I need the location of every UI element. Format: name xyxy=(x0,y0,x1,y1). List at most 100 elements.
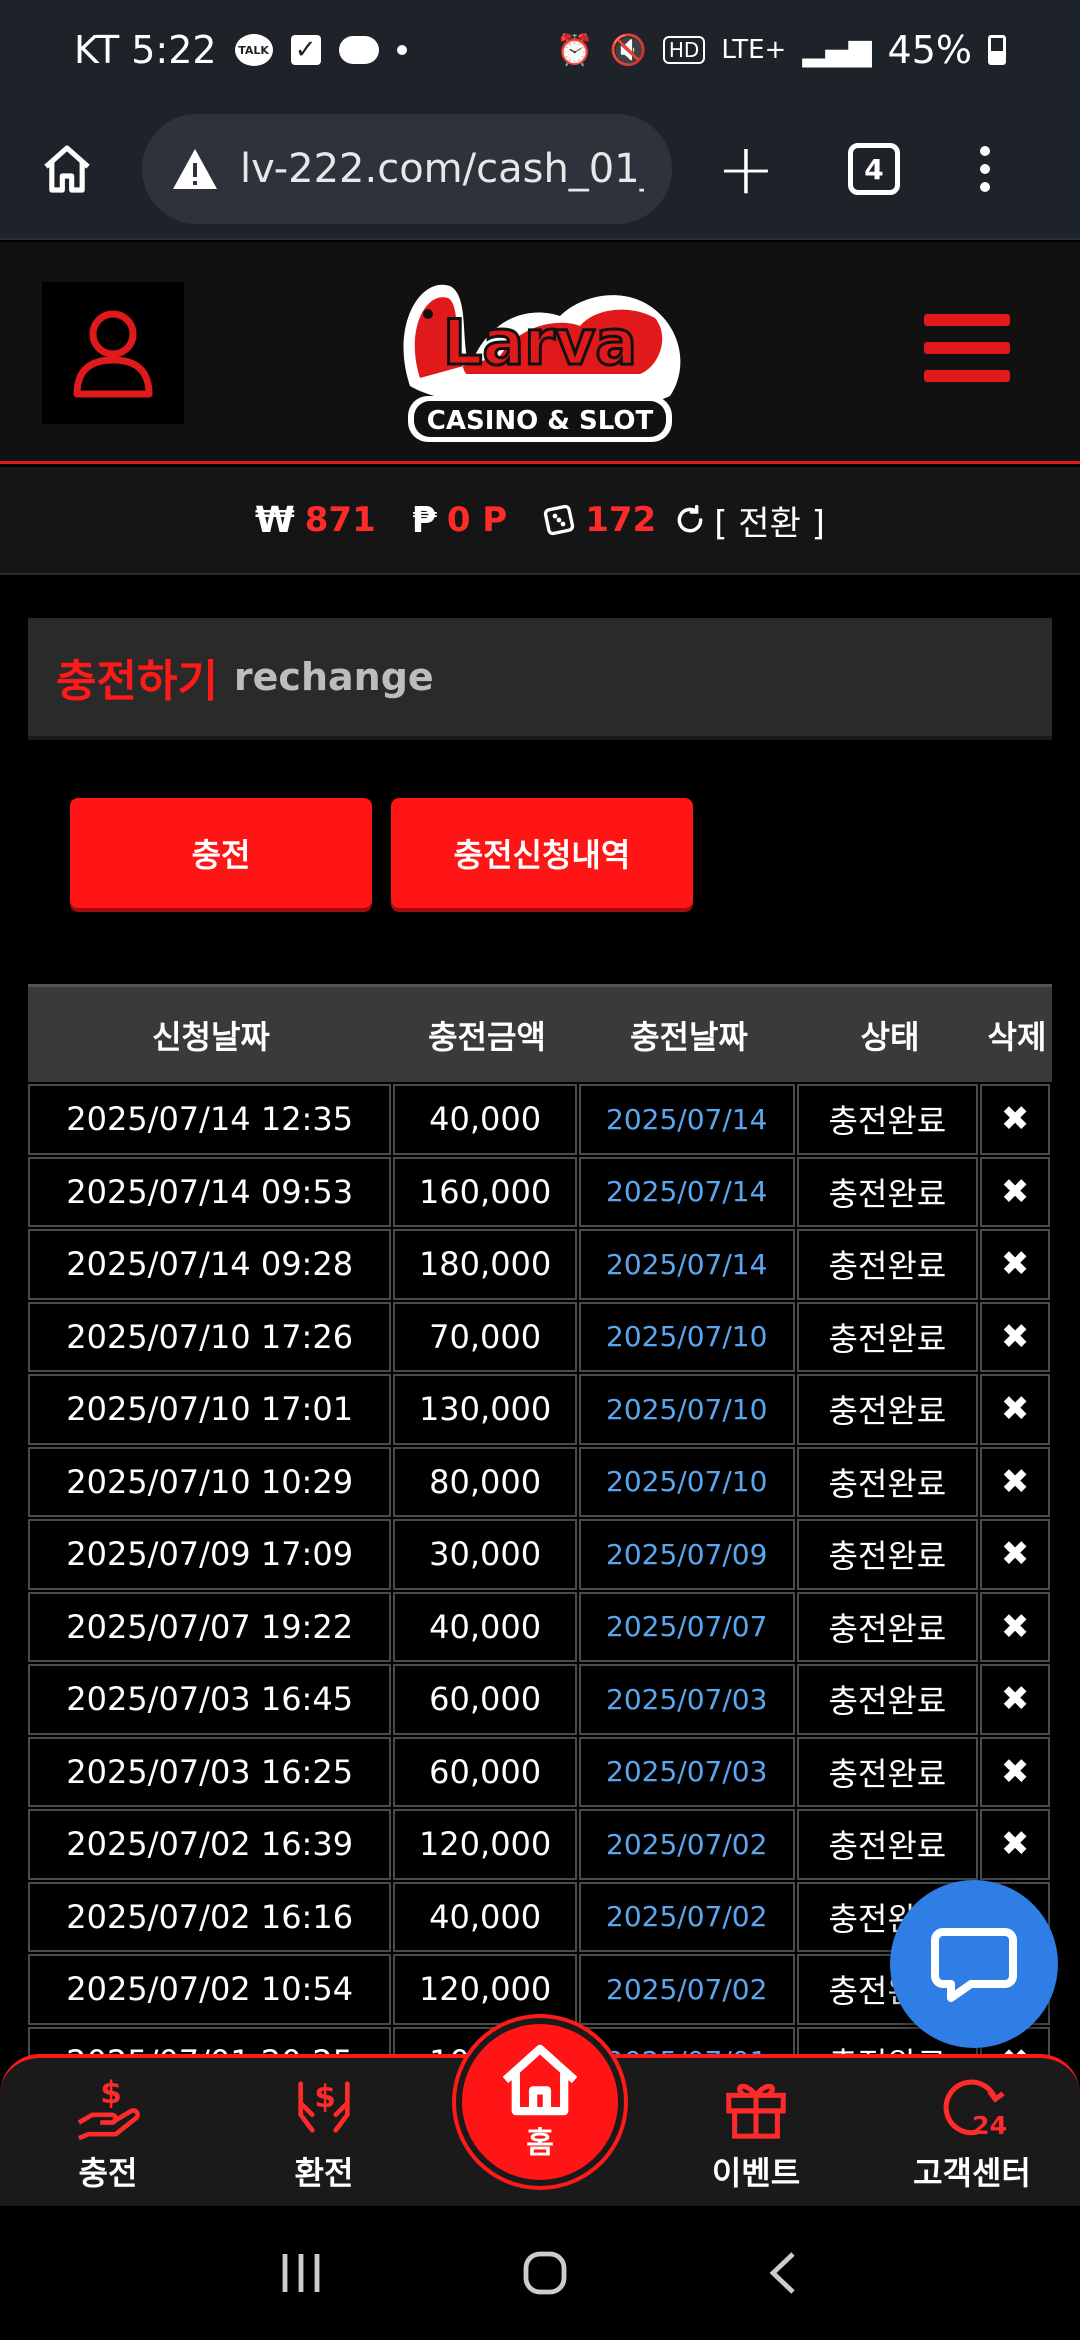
table-row: 2025/07/10 17:26 70,000 2025/07/10 충전완료 ✖ xyxy=(28,1300,1052,1372)
charge-date-cell: 2025/07/14 xyxy=(578,1156,795,1227)
nav-home[interactable]: 홈 xyxy=(456,2018,624,2186)
charge-date-cell: 2025/07/10 xyxy=(578,1374,795,1445)
amount-cell: 60,000 xyxy=(393,1736,577,1807)
nav-exchange[interactable]: $ 환전 xyxy=(234,2072,414,2194)
cash-balance: ₩ 871 xyxy=(255,500,376,541)
url-text: lv-222.com/cash_01_1.asp xyxy=(240,146,644,192)
header-request-date: 신청날짜 xyxy=(152,1017,270,1056)
site-logo[interactable]: Larva CASINO & SLOT xyxy=(380,256,700,452)
nav-charge[interactable]: $ 충전 xyxy=(18,2072,198,2194)
nav-event-label: 이벤트 xyxy=(711,2154,801,2192)
charge-date-cell: 2025/07/10 xyxy=(578,1301,795,1372)
nav-exchange-label: 환전 xyxy=(294,2154,354,2192)
warning-icon xyxy=(170,144,220,194)
system-home-icon[interactable] xyxy=(520,2248,570,2298)
delete-button[interactable]: ✖ xyxy=(980,1446,1051,1517)
delete-button[interactable]: ✖ xyxy=(980,1736,1051,1807)
charge-date-cell: 2025/07/02 xyxy=(578,1881,795,1952)
delete-button[interactable]: ✖ xyxy=(980,1229,1051,1300)
support-24-icon: 24 xyxy=(943,2079,1007,2140)
cash-value: 871 xyxy=(304,500,376,540)
page-title: 충전하기 rechange xyxy=(28,618,1052,740)
charge-date-cell: 2025/07/02 xyxy=(578,1954,795,2025)
request-date-cell: 2025/07/09 17:09 xyxy=(28,1519,392,1590)
gift-icon xyxy=(726,2083,786,2139)
table-row: 2025/07/07 19:22 40,000 2025/07/07 충전완료 ✖ xyxy=(28,1590,1052,1662)
page-title-en: rechange xyxy=(233,655,434,699)
table-row: 2025/07/14 09:28 180,000 2025/07/14 충전완료 ✖ xyxy=(28,1227,1052,1300)
talk-label: TALK xyxy=(238,43,269,57)
amount-cell: 40,000 xyxy=(393,1084,577,1155)
hamburger-menu-button[interactable] xyxy=(924,314,1010,382)
site-header: Larva CASINO & SLOT xyxy=(0,242,1080,464)
charge-history-button[interactable]: 충전신청내역 xyxy=(391,798,693,908)
table-row: 2025/07/03 16:45 60,000 2025/07/03 충전완료 ✖ xyxy=(28,1662,1052,1735)
alarm-icon: ⏰ xyxy=(556,32,594,68)
amount-cell: 30,000 xyxy=(393,1519,577,1590)
recent-apps-icon[interactable] xyxy=(277,2250,327,2296)
charge-date-cell: 2025/07/02 xyxy=(578,1809,795,1880)
svg-text:$: $ xyxy=(100,2075,122,2111)
charge-date-cell: 2025/07/03 xyxy=(578,1664,795,1735)
page-title-ko: 충전하기 xyxy=(56,656,218,707)
amount-cell: 40,000 xyxy=(393,1591,577,1662)
charge-date-cell: 2025/07/14 xyxy=(578,1084,795,1155)
status-cell: 충전완료 xyxy=(796,1736,979,1807)
network-type: LTE+ xyxy=(721,35,787,65)
status-cell: 충전완료 xyxy=(796,1374,979,1445)
delete-button[interactable]: ✖ xyxy=(980,1156,1051,1227)
nav-event[interactable]: 이벤트 xyxy=(666,2072,846,2194)
browser-toolbar: lv-222.com/cash_01_1.asp + 4 xyxy=(0,100,1080,240)
nav-support-label: 고객센터 xyxy=(913,2154,1031,2192)
delete-button[interactable]: ✖ xyxy=(980,1664,1051,1735)
header-status: 상태 xyxy=(860,1017,920,1056)
status-cell: 충전완료 xyxy=(796,1156,979,1227)
battery-icon xyxy=(988,35,1006,65)
user-icon xyxy=(73,310,153,398)
table-row: 2025/07/03 16:25 60,000 2025/07/03 충전완료 ✖ xyxy=(28,1735,1052,1807)
delete-button[interactable]: ✖ xyxy=(980,1374,1051,1445)
nav-support[interactable]: 24 고객센터 xyxy=(882,2072,1062,2194)
live-chat-button[interactable] xyxy=(890,1880,1058,2048)
request-date-cell: 2025/07/10 17:26 xyxy=(28,1301,392,1372)
cloud-icon xyxy=(338,36,379,64)
svg-text:$: $ xyxy=(314,2079,336,2115)
table-row: 2025/07/09 17:09 30,000 2025/07/09 충전완료 ✖ xyxy=(28,1517,1052,1590)
new-tab-button[interactable]: + xyxy=(716,134,776,204)
coin-balance: 172 xyxy=(543,500,656,540)
system-navigation xyxy=(0,2206,1080,2340)
charge-button[interactable]: 충전 xyxy=(70,798,372,908)
nav-charge-label: 충전 xyxy=(78,2154,138,2192)
status-cell: 충전완료 xyxy=(796,1519,979,1590)
home-icon xyxy=(44,145,90,193)
table-header: 신청날짜 충전금액 충전날짜 상태 삭제 xyxy=(28,984,1052,1082)
home-icon xyxy=(502,2044,578,2116)
browser-menu-button[interactable] xyxy=(980,146,990,192)
status-carrier-time: KT 5:22 xyxy=(74,28,217,72)
amount-cell: 120,000 xyxy=(393,1809,577,1880)
amount-cell: 180,000 xyxy=(393,1229,577,1300)
charge-date-cell: 2025/07/10 xyxy=(578,1446,795,1517)
user-button[interactable] xyxy=(42,282,184,424)
status-cell: 충전완료 xyxy=(796,1664,979,1735)
switch-label: [ 전환 ] xyxy=(714,503,825,544)
delete-button[interactable]: ✖ xyxy=(980,1809,1051,1880)
dice-icon xyxy=(544,504,575,536)
exchange-money-icon: $ xyxy=(298,2079,350,2133)
browser-home-button[interactable] xyxy=(32,134,102,204)
address-bar[interactable]: lv-222.com/cash_01_1.asp xyxy=(142,114,672,224)
delete-button[interactable]: ✖ xyxy=(980,1591,1051,1662)
delete-button[interactable]: ✖ xyxy=(980,1301,1051,1372)
charge-date-cell: 2025/07/09 xyxy=(578,1519,795,1590)
status-cell: 충전완료 xyxy=(796,1591,979,1662)
charge-date-cell: 2025/07/07 xyxy=(578,1591,795,1662)
back-icon[interactable] xyxy=(763,2248,803,2298)
request-date-cell: 2025/07/14 09:28 xyxy=(28,1229,392,1300)
delete-button[interactable]: ✖ xyxy=(980,1519,1051,1590)
delete-button[interactable]: ✖ xyxy=(980,1084,1051,1155)
switch-button[interactable]: [ 전환 ] xyxy=(674,496,825,545)
header-amount: 충전금액 xyxy=(428,1017,546,1056)
request-date-cell: 2025/07/07 19:22 xyxy=(28,1591,392,1662)
tab-switcher-button[interactable]: 4 xyxy=(848,143,900,195)
charge-date-cell: 2025/07/03 xyxy=(578,1736,795,1807)
